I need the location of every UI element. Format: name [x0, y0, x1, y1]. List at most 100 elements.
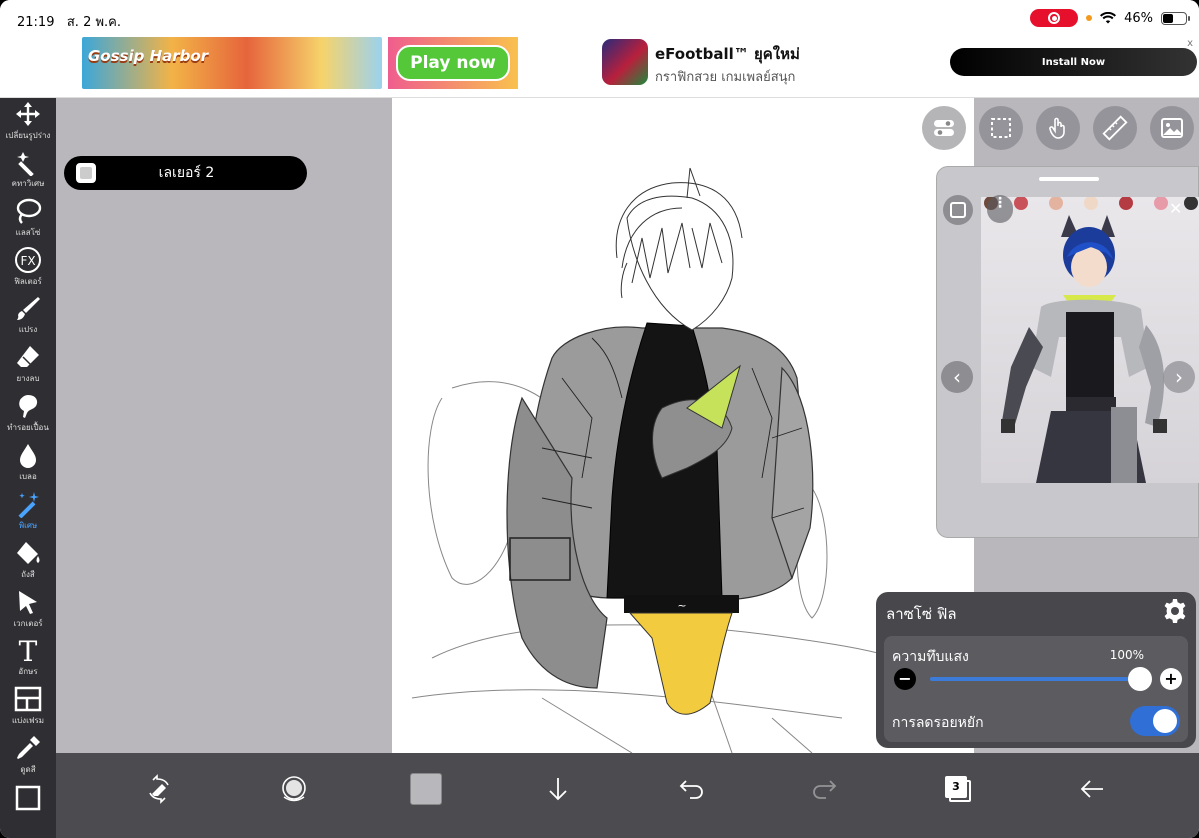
reference-prev-icon[interactable]: ‹: [941, 361, 973, 393]
lasso-fill-panel: ลาซโซ่ ฟิล ความทึบแสง 100% − + การลดรอยห…: [876, 592, 1196, 748]
current-color-swatch: [410, 773, 442, 805]
tool-eraser[interactable]: ยางลบ: [0, 343, 56, 391]
ad-install-button[interactable]: Install Now: [950, 48, 1197, 76]
reference-panel[interactable]: ⋮ ✕ ‹ ›: [936, 166, 1199, 538]
lasso-icon: [16, 198, 42, 224]
hand-touch-icon: [1049, 117, 1065, 139]
tool-transform[interactable]: เปลี่ยนรูปร่าง: [0, 100, 56, 148]
mic-indicator-icon: [1086, 15, 1093, 21]
tool-label: เวกเตอร์: [13, 619, 43, 628]
tool-label: คทาวิเศษ: [11, 179, 45, 188]
brush-size-button[interactable]: [266, 765, 322, 813]
lasso-fill-settings: ความทึบแสง 100% − + การลดรอยหยัก: [884, 636, 1188, 742]
brush-icon: [17, 297, 40, 320]
ad-game-logo: Gossip Harbor: [88, 47, 209, 65]
ad-close-icon[interactable]: x: [1187, 38, 1193, 49]
lasso-fill-title: ลาซโซ่ ฟิล: [886, 605, 957, 623]
text-icon: T: [19, 636, 38, 664]
move-icon: [16, 102, 40, 126]
eyedropper-icon: [17, 736, 40, 759]
tool-label: แบ่งเฟรม: [11, 716, 45, 725]
tool-smudge[interactable]: ทำรอยเปื้อน: [0, 392, 56, 440]
undo-button[interactable]: [664, 765, 720, 813]
toggles-icon: [934, 120, 954, 136]
tool-bucket[interactable]: ถังสี: [0, 539, 56, 587]
tool-text[interactable]: T อักษร: [0, 636, 56, 684]
reference-image-button[interactable]: [1150, 106, 1194, 150]
tool-label: ถังสี: [21, 570, 35, 579]
tool-canvas[interactable]: [0, 784, 56, 832]
ad-title[interactable]: eFootball™ ยุคใหม่: [655, 42, 800, 66]
import-down-button[interactable]: [530, 765, 586, 813]
opacity-plus-button[interactable]: +: [1160, 668, 1182, 690]
brush-eraser-switch-icon: [149, 774, 169, 804]
tool-blur[interactable]: เบลอ: [0, 441, 56, 489]
ad-subtitle: กราฟิกสวย เกมเพลย์สนุก: [655, 70, 796, 85]
tool-lasso[interactable]: แลสโซ่: [0, 197, 56, 245]
redo-icon: [813, 780, 837, 799]
status-bar: 21:19 ส. 2 พ.ค. 46%: [0, 0, 1199, 36]
bottom-toolbar: 3: [56, 753, 1199, 838]
ad-play-now[interactable]: Play now: [388, 37, 518, 89]
smudge-icon: [19, 395, 38, 418]
fx-glyph: FX: [20, 254, 35, 268]
tool-label: ดูดสี: [20, 765, 36, 774]
opacity-slider[interactable]: [930, 677, 1140, 681]
opacity-slider-fill: [930, 677, 1140, 681]
square-icon: [950, 202, 966, 218]
ad-banner[interactable]: Gossip Harbor Play now eFootball™ ยุคใหม…: [0, 36, 1199, 98]
tool-special[interactable]: พิเศษ: [0, 490, 56, 538]
tool-label: ฟิลเตอร์: [14, 277, 42, 286]
tool-vector[interactable]: เวกเตอร์: [0, 588, 56, 636]
ruler-button[interactable]: [1093, 106, 1137, 150]
tool-label: ยางลบ: [16, 374, 40, 383]
ad-app-icon[interactable]: [602, 39, 648, 85]
reference-frame-button[interactable]: [943, 195, 973, 225]
text-glyph: T: [19, 636, 38, 664]
reference-character-art: [984, 197, 1198, 483]
battery-icon: [1161, 11, 1190, 25]
battery-percent: 46%: [1124, 10, 1153, 26]
blur-icon: [20, 444, 36, 468]
reference-close-icon[interactable]: ✕: [1169, 199, 1182, 218]
opacity-minus-button[interactable]: −: [894, 668, 916, 690]
ruler-icon: [1102, 115, 1128, 141]
arrow-left-icon: [1080, 780, 1103, 798]
touch-button[interactable]: [1036, 106, 1080, 150]
antialias-toggle[interactable]: [1130, 706, 1180, 736]
opacity-slider-handle[interactable]: [1128, 667, 1152, 691]
ad-game-image[interactable]: Gossip Harbor: [82, 37, 382, 89]
tool-label: ทำรอยเปื้อน: [7, 423, 49, 432]
color-button[interactable]: [398, 765, 454, 813]
screen-recording-icon[interactable]: [1030, 9, 1079, 27]
frame-divider-icon: [14, 686, 42, 712]
settings-toggle-button[interactable]: [922, 106, 966, 150]
image-icon: [1161, 118, 1183, 138]
tool-eyedropper[interactable]: ดูดสี: [0, 734, 56, 782]
layers-button[interactable]: 3: [930, 765, 986, 813]
brush-size-icon: [282, 776, 306, 802]
special-icon: [18, 492, 39, 518]
tool-label: แลสโซ่: [15, 228, 41, 237]
gear-icon[interactable]: [1162, 598, 1188, 624]
quick-eraser-button[interactable]: [131, 765, 187, 813]
eraser-icon: [17, 346, 39, 367]
tool-filter[interactable]: FX ฟิลเตอร์: [0, 246, 56, 294]
back-button[interactable]: [1064, 765, 1120, 813]
drag-handle[interactable]: [1039, 177, 1099, 181]
reference-next-icon[interactable]: ›: [1163, 361, 1195, 393]
tool-frame-divider[interactable]: แบ่งเฟรม: [0, 685, 56, 733]
tool-brush[interactable]: แปรง: [0, 294, 56, 342]
opacity-label: ความทึบแสง: [892, 649, 969, 665]
reference-image[interactable]: [981, 197, 1199, 483]
layer-thumbnail[interactable]: [76, 163, 96, 183]
selection-button[interactable]: [979, 106, 1023, 150]
tool-magic-wand[interactable]: คทาวิเศษ: [0, 148, 56, 196]
layer-selector[interactable]: เลเยอร์ 2: [64, 156, 307, 190]
app-area: เปลี่ยนรูปร่าง คทาวิเศษ แลสโซ่ FX ฟิลเตอ…: [0, 98, 1199, 838]
layer-name: เลเยอร์ 2: [158, 165, 215, 181]
tool-label: แปรง: [18, 325, 38, 334]
selection-icon: [991, 118, 1011, 138]
redo-button[interactable]: [796, 765, 852, 813]
reference-menu-icon[interactable]: ⋮: [987, 195, 1013, 223]
